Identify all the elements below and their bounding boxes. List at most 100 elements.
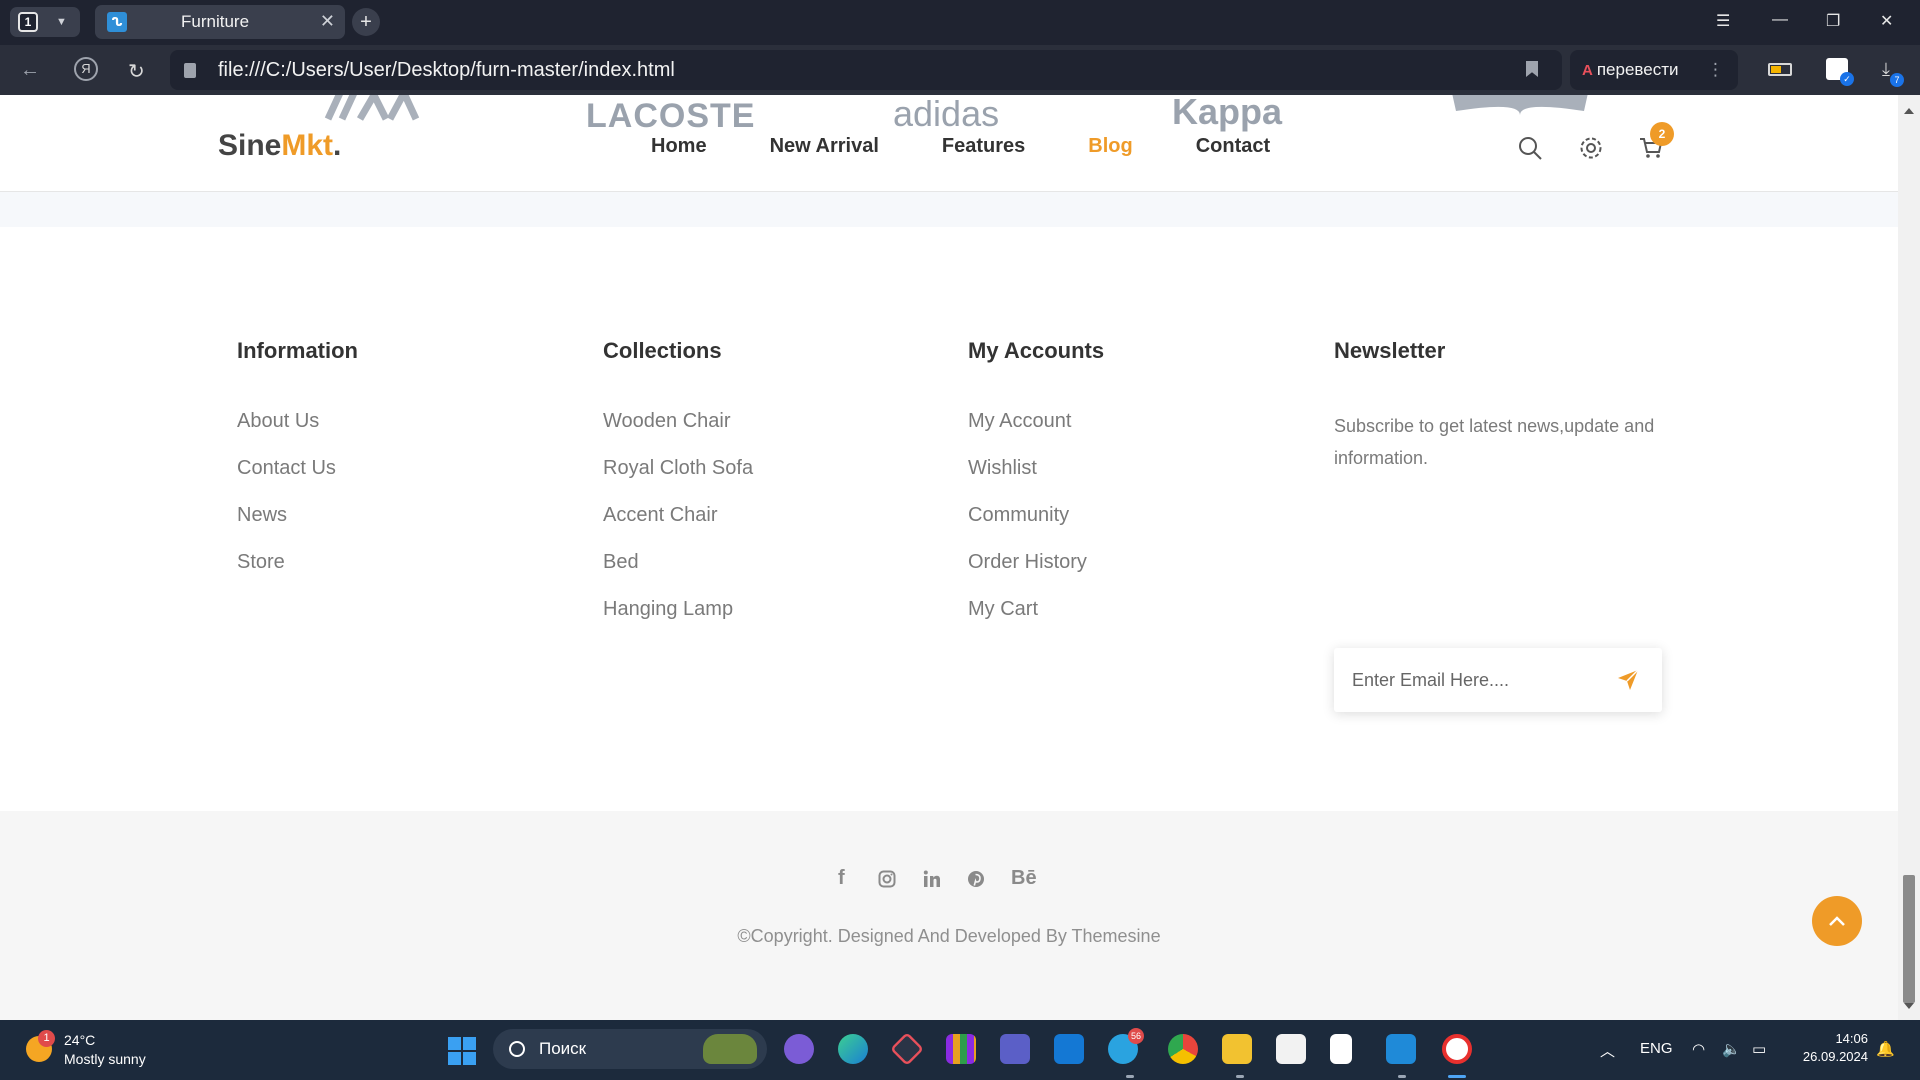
gear-icon[interactable] <box>1578 135 1604 161</box>
nav-home[interactable]: Home <box>651 135 707 158</box>
tab-title: Furniture <box>181 12 250 31</box>
footer-link-about-us[interactable]: About Us <box>237 410 358 457</box>
tray-overflow-chevron-icon[interactable]: ︿ <box>1600 1040 1615 1061</box>
site-logo[interactable]: SineMkt. <box>218 129 341 163</box>
footer-column-accounts: My Accounts My Account Wishlist Communit… <box>968 338 1104 645</box>
url-field[interactable]: file:///C:/Users/User/Desktop/furn-maste… <box>170 50 1562 90</box>
page-scrollbar[interactable] <box>1898 95 1920 1020</box>
notification-bell-icon[interactable]: 🔔 <box>1876 1040 1895 1058</box>
yandex-home-icon[interactable]: Я <box>74 57 98 81</box>
tab-counter-button[interactable]: 1 ▼ <box>10 7 80 37</box>
system-clock[interactable]: 14:06 26.09.2024 <box>1790 1031 1868 1064</box>
logo-dot: . <box>333 129 342 162</box>
viber-icon[interactable] <box>784 1034 814 1064</box>
battery-icon[interactable]: ▭ <box>1752 1040 1766 1058</box>
footer-link-hanging-lamp[interactable]: Hanging Lamp <box>603 598 753 645</box>
vscode-icon[interactable] <box>1386 1034 1416 1064</box>
notepad-icon[interactable] <box>1330 1034 1352 1064</box>
pinterest-icon[interactable] <box>967 870 985 888</box>
volume-icon[interactable]: 🔈 <box>1722 1040 1741 1058</box>
outlook-icon[interactable] <box>1054 1034 1084 1064</box>
footer-link-store[interactable]: Store <box>237 551 358 598</box>
running-indicator <box>1236 1075 1244 1078</box>
winrar-icon[interactable] <box>946 1034 976 1064</box>
footer-link-wishlist[interactable]: Wishlist <box>968 457 1104 504</box>
url-text: file:///C:/Users/User/Desktop/furn-maste… <box>218 58 675 81</box>
close-window-icon[interactable]: ✕ <box>1880 11 1893 31</box>
teams-icon[interactable] <box>1000 1034 1030 1064</box>
newsletter-form <box>1334 648 1662 712</box>
local-file-icon <box>184 62 196 78</box>
footer-link-wooden-chair[interactable]: Wooden Chair <box>603 410 753 457</box>
scroll-to-top-button[interactable] <box>1812 896 1862 946</box>
yandex-browser-icon[interactable] <box>1442 1034 1472 1064</box>
running-indicator-active <box>1448 1075 1466 1078</box>
search-icon[interactable] <box>1517 135 1543 161</box>
clock-date: 26.09.2024 <box>1802 1049 1868 1064</box>
nav-contact[interactable]: Contact <box>1196 135 1270 158</box>
footer-link-accent-chair[interactable]: Accent Chair <box>603 504 753 551</box>
scrollbar-thumb[interactable] <box>1903 875 1915 1003</box>
nav-features[interactable]: Features <box>942 135 1025 158</box>
bookmark-icon[interactable] <box>1526 61 1538 77</box>
taskbar-search[interactable]: Поиск <box>493 1029 767 1069</box>
new-tab-button[interactable]: + <box>352 8 380 36</box>
file-explorer-icon[interactable] <box>1222 1034 1252 1064</box>
windows-start-icon[interactable] <box>448 1037 476 1065</box>
more-options-icon[interactable]: ⋮ <box>1707 60 1724 80</box>
minimize-icon[interactable]: — <box>1772 11 1788 29</box>
reload-icon[interactable]: ↻ <box>128 59 145 84</box>
search-icon <box>509 1041 525 1057</box>
search-label: Поиск <box>539 1039 587 1058</box>
translate-button[interactable]: A перевести ⋮ <box>1570 50 1738 90</box>
footer-link-news[interactable]: News <box>237 504 358 551</box>
battery-extension-icon[interactable] <box>1768 63 1792 76</box>
windows-taskbar: 1 24°C Mostly sunny Поиск 56 ︿ ENG ◠ 🔈 ▭… <box>0 1020 1920 1080</box>
footer-link-royal-cloth-sofa[interactable]: Royal Cloth Sofa <box>603 457 753 504</box>
logo-main-text: Sine <box>218 129 282 162</box>
nav-new-arrival[interactable]: New Arrival <box>770 135 879 158</box>
chrome-icon[interactable] <box>1168 1034 1198 1064</box>
microsoft-store-icon[interactable] <box>1276 1034 1306 1064</box>
send-icon[interactable] <box>1616 668 1640 692</box>
weather-condition: Mostly sunny <box>64 1051 146 1067</box>
restore-icon[interactable]: ❐ <box>1826 11 1840 31</box>
extension-icon[interactable]: ✓ <box>1826 58 1854 86</box>
translate-label: перевести <box>1596 60 1679 79</box>
footer-link-bed[interactable]: Bed <box>603 551 753 598</box>
edge-icon[interactable] <box>838 1034 868 1064</box>
wifi-icon[interactable]: ◠ <box>1692 1040 1705 1058</box>
footer-link-my-account[interactable]: My Account <box>968 410 1104 457</box>
linkedin-icon[interactable] <box>923 870 941 888</box>
cart-count-badge: 2 <box>1650 122 1674 146</box>
search-highlight-illustration <box>703 1034 757 1064</box>
footer-bottom: f Bē ©Copyright. Designed And Developed … <box>0 811 1898 1020</box>
back-arrow-icon[interactable]: ← <box>20 59 40 82</box>
column-title: Newsletter <box>1334 338 1446 363</box>
scroll-down-arrow-icon[interactable] <box>1904 1003 1914 1014</box>
menu-icon[interactable]: ☰ <box>1716 11 1730 31</box>
footer-link-my-cart[interactable]: My Cart <box>968 598 1104 645</box>
email-input[interactable] <box>1352 666 1602 694</box>
downloads-icon[interactable]: ⤓ 7 <box>1882 59 1904 87</box>
behance-icon[interactable]: Bē <box>1011 867 1037 890</box>
nav-blog[interactable]: Blog <box>1088 135 1132 158</box>
language-indicator[interactable]: ENG <box>1640 1040 1673 1057</box>
git-icon[interactable] <box>890 1032 924 1066</box>
browser-tab[interactable]: ᔐ Furniture ✕ <box>95 5 345 39</box>
column-title: My Accounts <box>968 338 1105 363</box>
weather-badge: 1 <box>38 1030 55 1047</box>
footer-column-collections: Collections Wooden Chair Royal Cloth Sof… <box>603 338 753 645</box>
column-title: Information <box>237 338 358 363</box>
footer-link-order-history[interactable]: Order History <box>968 551 1104 598</box>
footer-link-contact-us[interactable]: Contact Us <box>237 457 358 504</box>
instagram-icon[interactable] <box>878 870 896 888</box>
scroll-up-arrow-icon[interactable] <box>1904 103 1914 114</box>
close-tab-icon[interactable]: ✕ <box>320 11 335 32</box>
footer-column-newsletter: Newsletter Subscribe to get latest news,… <box>1334 338 1674 474</box>
telegram-icon[interactable]: 56 <box>1108 1028 1144 1064</box>
footer-link-community[interactable]: Community <box>968 504 1104 551</box>
facebook-icon[interactable]: f <box>838 867 845 890</box>
clock-time: 14:06 <box>1835 1031 1868 1046</box>
column-title: Collections <box>603 338 722 363</box>
